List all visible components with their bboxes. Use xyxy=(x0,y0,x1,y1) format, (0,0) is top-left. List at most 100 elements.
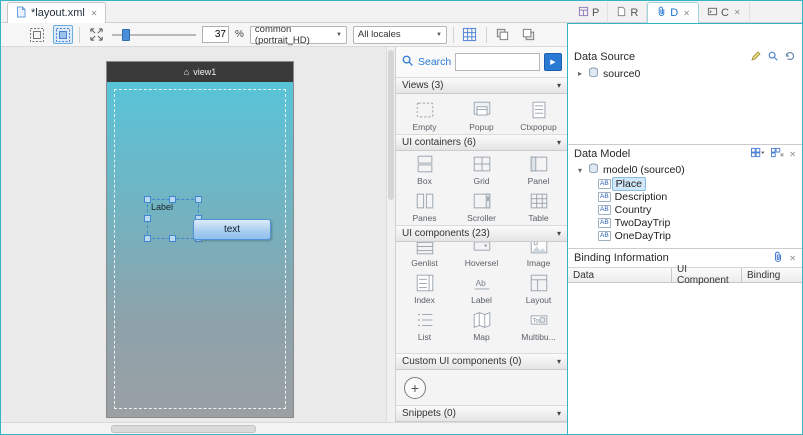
svg-text:Ab: Ab xyxy=(475,279,486,288)
palette-item-clipped[interactable] xyxy=(396,344,453,353)
design-canvas[interactable]: ⌂ view1 Label text xyxy=(1,47,386,422)
selection-handle[interactable] xyxy=(144,235,151,242)
locale-dropdown[interactable]: All locales ▼ xyxy=(353,26,447,44)
empty-view-icon xyxy=(414,99,436,121)
scrollbar-thumb[interactable] xyxy=(388,50,394,200)
close-icon[interactable]: ✕ xyxy=(683,9,690,18)
view-surface[interactable]: Label text xyxy=(107,82,293,417)
section-header-views[interactable]: Views (3) ▾ xyxy=(396,77,567,94)
fit-to-screen-button[interactable] xyxy=(86,25,106,44)
tree-collapsed-icon[interactable]: ▸ xyxy=(576,69,584,78)
palette-item-empty[interactable]: Empty xyxy=(396,94,453,134)
selection-handle[interactable] xyxy=(144,215,151,222)
zoom-value-input[interactable] xyxy=(202,26,229,43)
tab-resources-r[interactable]: R xyxy=(608,2,647,23)
palette-item-scroller[interactable]: Scroller xyxy=(453,188,510,225)
tree-item-source0[interactable]: ▸ source0 xyxy=(568,66,802,81)
device-preview[interactable]: ⌂ view1 Label text xyxy=(106,61,294,418)
canvas-horizontal-scrollbar[interactable] xyxy=(1,422,567,435)
label-widget[interactable]: Label xyxy=(147,199,199,239)
column-header-ui-component[interactable]: UI Component xyxy=(672,268,742,282)
show-grid-button[interactable] xyxy=(460,25,480,44)
palette-item-panes[interactable]: Panes xyxy=(396,188,453,225)
tab-layout-xml[interactable]: *layout.xml ✕ xyxy=(7,2,106,23)
tab-console-c[interactable]: C ✕ xyxy=(699,2,750,23)
dragged-text-widget[interactable]: text xyxy=(193,219,271,240)
palette-item-label: Panel xyxy=(528,176,550,186)
selection-handle[interactable] xyxy=(195,196,202,203)
palette-row: Box Grid Panel xyxy=(396,151,567,188)
scroller-icon xyxy=(471,190,493,212)
palette-item-image[interactable]: Image xyxy=(510,242,567,270)
palette-item-index[interactable]: Index xyxy=(396,270,453,307)
section-header-components[interactable]: UI components (23) ▾ xyxy=(396,225,567,242)
palette-row-partial xyxy=(396,344,567,353)
close-icon[interactable]: ✕ xyxy=(734,8,741,17)
add-model-icon[interactable] xyxy=(750,147,765,161)
palette-item-popup[interactable]: Popup xyxy=(453,94,510,134)
send-backward-button[interactable] xyxy=(519,25,539,44)
palette-item-box[interactable]: Box xyxy=(396,151,453,188)
field-row-onedaytrip[interactable]: AB OneDayTrip xyxy=(568,229,802,242)
selection-handle[interactable] xyxy=(169,196,176,203)
palette-item-clipped[interactable] xyxy=(510,344,567,353)
tab-data-binding-d[interactable]: D ✕ xyxy=(647,2,699,23)
show-margins-toggle[interactable] xyxy=(27,25,47,44)
palette-item-map[interactable]: Map xyxy=(453,307,510,344)
palette-item-multibuttonentry[interactable]: To: Multibu... xyxy=(510,307,567,344)
remove-model-icon[interactable] xyxy=(770,147,784,161)
field-row-description[interactable]: AB Description xyxy=(568,190,802,203)
field-row-country[interactable]: AB Country xyxy=(568,203,802,216)
column-header-data[interactable]: Data xyxy=(568,268,672,282)
zoom-slider-handle[interactable] xyxy=(122,29,130,41)
ctxpopup-icon xyxy=(528,99,550,121)
genlist-icon xyxy=(414,242,436,257)
selection-handle[interactable] xyxy=(169,235,176,242)
palette-item-label: Hoversel xyxy=(465,258,499,268)
selection-handle[interactable] xyxy=(144,196,151,203)
palette-item-grid[interactable]: Grid xyxy=(453,151,510,188)
refresh-datasource-icon[interactable] xyxy=(784,50,796,65)
tree-expanded-icon[interactable]: ▾ xyxy=(576,166,584,175)
palette-item-panel[interactable]: Panel xyxy=(510,151,567,188)
palette-item-clipped[interactable] xyxy=(453,344,510,353)
close-icon[interactable]: ✕ xyxy=(789,254,796,263)
section-header-custom[interactable]: Custom UI components (0) ▾ xyxy=(396,353,567,370)
section-header-containers[interactable]: UI containers (6) ▾ xyxy=(396,134,567,151)
tree-item-model0[interactable]: ▾ model0 (source0) xyxy=(568,163,802,177)
palette-item-table[interactable]: Table xyxy=(510,188,567,225)
play-icon: ▶ xyxy=(550,58,555,66)
field-row-place[interactable]: AB Place xyxy=(568,177,802,190)
delete-icon[interactable]: ✕ xyxy=(789,150,796,159)
view-header[interactable]: ⌂ view1 xyxy=(107,62,293,82)
data-binding-panel: Data Source ▸ source0 Data Model ✕ ▾ xyxy=(567,23,803,435)
resolution-dropdown[interactable]: common (portrait_HD) ▼ xyxy=(250,26,347,44)
edit-datasource-icon[interactable] xyxy=(750,50,762,65)
palette-item-layout[interactable]: Layout xyxy=(510,270,567,307)
bring-forward-button[interactable] xyxy=(493,25,513,44)
search-datasource-icon[interactable] xyxy=(767,50,779,65)
paperclip-icon[interactable] xyxy=(772,251,784,266)
scrollbar-thumb[interactable] xyxy=(111,425,256,433)
close-icon[interactable]: ✕ xyxy=(91,9,98,18)
palette-item-ctxpopup[interactable]: Ctxpopup xyxy=(510,94,567,134)
add-custom-component-button[interactable]: + xyxy=(404,377,426,399)
field-row-twodaytrip[interactable]: AB TwoDayTrip xyxy=(568,216,802,229)
palette-item-list[interactable]: List xyxy=(396,307,453,344)
data-model-header: Data Model ✕ xyxy=(568,145,802,163)
tree-item-label: model0 (source0) xyxy=(603,164,685,176)
chevron-down-icon: ▾ xyxy=(557,357,561,366)
search-go-button[interactable]: ▶ xyxy=(544,53,562,71)
show-bounds-toggle[interactable] xyxy=(53,25,73,44)
palette-item-hoversel[interactable]: Hoversel xyxy=(453,242,510,270)
zoom-slider[interactable] xyxy=(112,27,196,43)
home-icon: ⌂ xyxy=(184,67,189,77)
palette-item-genlist[interactable]: Genlist xyxy=(396,242,453,270)
tab-palette-p[interactable]: P xyxy=(570,2,608,23)
palette-search-input[interactable] xyxy=(455,53,540,71)
palette-item-label: Multibu... xyxy=(521,332,556,342)
palette-item-label-widget[interactable]: Ab Label xyxy=(453,270,510,307)
section-header-snippets[interactable]: Snippets (0) ▾ xyxy=(396,405,567,422)
column-header-binding[interactable]: Binding xyxy=(742,268,802,282)
canvas-vertical-scrollbar[interactable] xyxy=(386,47,395,422)
